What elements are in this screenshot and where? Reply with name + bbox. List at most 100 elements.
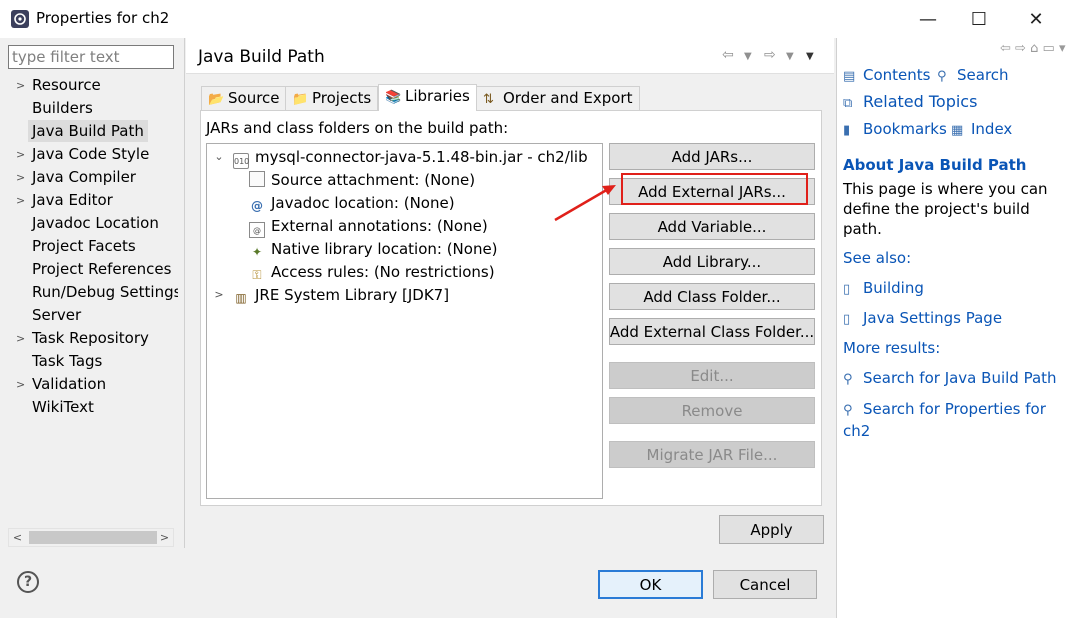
- back-arrow-icon[interactable]: ⇦: [722, 47, 734, 63]
- help-topic-title: About Java Build Path: [843, 156, 1027, 174]
- help-home-icon[interactable]: ⌂: [1030, 41, 1038, 56]
- search-icon: ⚲: [937, 69, 947, 84]
- chevron-right-icon[interactable]: >: [16, 327, 25, 350]
- nav-horizontal-scrollbar[interactable]: < >: [8, 528, 174, 547]
- apply-button[interactable]: Apply: [719, 515, 824, 544]
- tab-source[interactable]: 📂 Source: [201, 86, 287, 110]
- native-library-icon: ✦: [251, 245, 263, 259]
- chevron-right-icon[interactable]: >: [16, 373, 25, 396]
- chevron-right-icon[interactable]: >: [16, 143, 25, 166]
- view-menu-icon[interactable]: ▼: [806, 51, 814, 62]
- remove-button[interactable]: Remove: [609, 397, 815, 424]
- close-icon[interactable]: ✕: [1010, 0, 1062, 38]
- tree-item-javadoc-location[interactable]: @ Javadoc location: (None): [249, 192, 455, 214]
- nav-item-project-facets[interactable]: Project Facets: [8, 235, 178, 258]
- jar-file-icon: 010: [233, 153, 249, 169]
- nav-item-javadoc-location[interactable]: Javadoc Location: [8, 212, 178, 235]
- nav-item-java-editor[interactable]: > Java Editor: [8, 189, 178, 212]
- contents-icon: ▤: [843, 69, 856, 84]
- nav-item-java-code-style[interactable]: > Java Code Style: [8, 143, 178, 166]
- source-attachment-icon: [249, 171, 265, 187]
- nav-item-task-tags[interactable]: Task Tags: [8, 350, 178, 373]
- scroll-right-icon[interactable]: >: [156, 529, 173, 546]
- javadoc-icon: @: [251, 199, 263, 213]
- bookmarks-icon: ▮: [843, 123, 851, 138]
- sash-divider[interactable]: [184, 38, 185, 548]
- tree-item-native-library-location[interactable]: ✦ Native library location: (None): [249, 238, 498, 260]
- maximize-icon[interactable]: ☐: [953, 0, 1005, 38]
- help-forward-icon[interactable]: ⇨: [1015, 41, 1026, 56]
- help-topic-description: This page is where you can define the pr…: [843, 180, 1048, 238]
- tree-item-jar[interactable]: ⌄ 010 mysql-connector-java-5.1.48-bin.jar…: [213, 146, 588, 169]
- build-path-label: JARs and class folders on the build path…: [206, 119, 509, 137]
- libraries-icon: 📚: [385, 90, 402, 105]
- minimize-icon[interactable]: —: [902, 0, 954, 38]
- filter-input[interactable]: [8, 45, 174, 69]
- help-index-link[interactable]: ▦ Index: [951, 120, 1012, 138]
- help-search-java-build-path-link[interactable]: ⚲ Search for Java Build Path: [843, 369, 1057, 387]
- nav-item-builders[interactable]: Builders: [8, 97, 178, 120]
- tree-item-jre[interactable]: > ▥ JRE System Library [JDK7]: [213, 284, 449, 306]
- chevron-right-icon[interactable]: >: [16, 74, 25, 97]
- tab-projects[interactable]: 📁 Projects: [285, 86, 379, 110]
- nav-item-java-compiler[interactable]: > Java Compiler: [8, 166, 178, 189]
- library-icon: ▥: [235, 291, 247, 305]
- nav-item-wikitext[interactable]: WikiText: [8, 396, 178, 419]
- chevron-right-icon[interactable]: >: [16, 189, 25, 212]
- help-link-building[interactable]: ▯ Building: [843, 279, 924, 297]
- ok-button[interactable]: OK: [598, 570, 703, 599]
- back-menu-chevron-icon[interactable]: ▼: [744, 51, 752, 62]
- add-external-class-folder-button[interactable]: Add External Class Folder...: [609, 318, 815, 345]
- library-tree[interactable]: ⌄ 010 mysql-connector-java-5.1.48-bin.jar…: [206, 143, 603, 499]
- chevron-right-icon[interactable]: >: [16, 166, 25, 189]
- related-topics-icon: ⧉: [843, 96, 853, 111]
- help-bookmarks-link[interactable]: ▮ Bookmarks: [843, 120, 947, 138]
- more-results-label: More results:: [843, 339, 941, 357]
- scrollbar-thumb[interactable]: [29, 531, 157, 544]
- annotation-arrow-icon: [554, 185, 616, 222]
- search-result-icon: ⚲: [843, 372, 853, 387]
- tree-item-external-annotations[interactable]: @ External annotations: (None): [249, 215, 488, 238]
- help-contents-link[interactable]: ▤ Contents: [843, 66, 930, 84]
- help-back-icon[interactable]: ⇦: [1000, 41, 1011, 56]
- edit-button[interactable]: Edit...: [609, 362, 815, 389]
- nav-item-task-repository[interactable]: > Task Repository: [8, 327, 178, 350]
- help-link-java-settings-page[interactable]: ▯ Java Settings Page: [843, 309, 1002, 327]
- add-variable-button[interactable]: Add Variable...: [609, 213, 815, 240]
- tab-libraries[interactable]: 📚 Libraries: [378, 84, 477, 111]
- window-title: Properties for ch2: [36, 9, 170, 27]
- nav-item-java-build-path[interactable]: Java Build Path: [8, 120, 178, 143]
- help-menu-icon[interactable]: ▾: [1059, 41, 1066, 56]
- eclipse-app-icon: [11, 10, 29, 28]
- nav-item-server[interactable]: Server: [8, 304, 178, 327]
- nav-item-resource[interactable]: > Resource: [8, 74, 178, 97]
- help-nav-arrows: ⇦ ⇨ ⌂ ▭ ▾: [1000, 41, 1065, 56]
- cancel-button[interactable]: Cancel: [713, 570, 817, 599]
- help-search-link[interactable]: ⚲ Search: [937, 66, 1009, 84]
- scroll-left-icon[interactable]: <: [9, 529, 26, 546]
- document-icon: ▯: [843, 312, 851, 327]
- dialog-button-bar: [0, 548, 834, 618]
- page-title: Java Build Path: [198, 47, 325, 67]
- tree-item-source-attachment[interactable]: Source attachment: (None): [249, 169, 475, 191]
- add-library-button[interactable]: Add Library...: [609, 248, 815, 275]
- help-icon[interactable]: ?: [17, 571, 39, 593]
- migrate-jar-file-button[interactable]: Migrate JAR File...: [609, 441, 815, 468]
- add-jars-button[interactable]: Add JARs...: [609, 143, 815, 170]
- help-related-topics-link[interactable]: ⧉ Related Topics: [843, 92, 977, 111]
- help-search-properties-link[interactable]: ⚲ Search for Properties for ch2: [843, 399, 1058, 441]
- annotations-icon: @: [249, 222, 265, 238]
- help-bookmark-icon[interactable]: ▭: [1043, 41, 1055, 56]
- add-class-folder-button[interactable]: Add Class Folder...: [609, 283, 815, 310]
- nav-item-project-references[interactable]: Project References: [8, 258, 178, 281]
- nav-item-run-debug-settings[interactable]: Run/Debug Settings: [8, 281, 178, 304]
- chevron-down-icon[interactable]: ⌄: [213, 146, 225, 168]
- tab-order-and-export[interactable]: ⇅ Order and Export: [476, 86, 640, 110]
- add-external-jars-button[interactable]: Add External JARs...: [609, 178, 815, 205]
- forward-arrow-icon[interactable]: ⇨: [764, 47, 776, 63]
- forward-menu-chevron-icon[interactable]: ▼: [786, 51, 794, 62]
- search-result-icon: ⚲: [843, 403, 853, 418]
- chevron-right-icon[interactable]: >: [213, 284, 225, 306]
- tree-item-access-rules[interactable]: ⚿ Access rules: (No restrictions): [249, 261, 494, 283]
- nav-item-validation[interactable]: > Validation: [8, 373, 178, 396]
